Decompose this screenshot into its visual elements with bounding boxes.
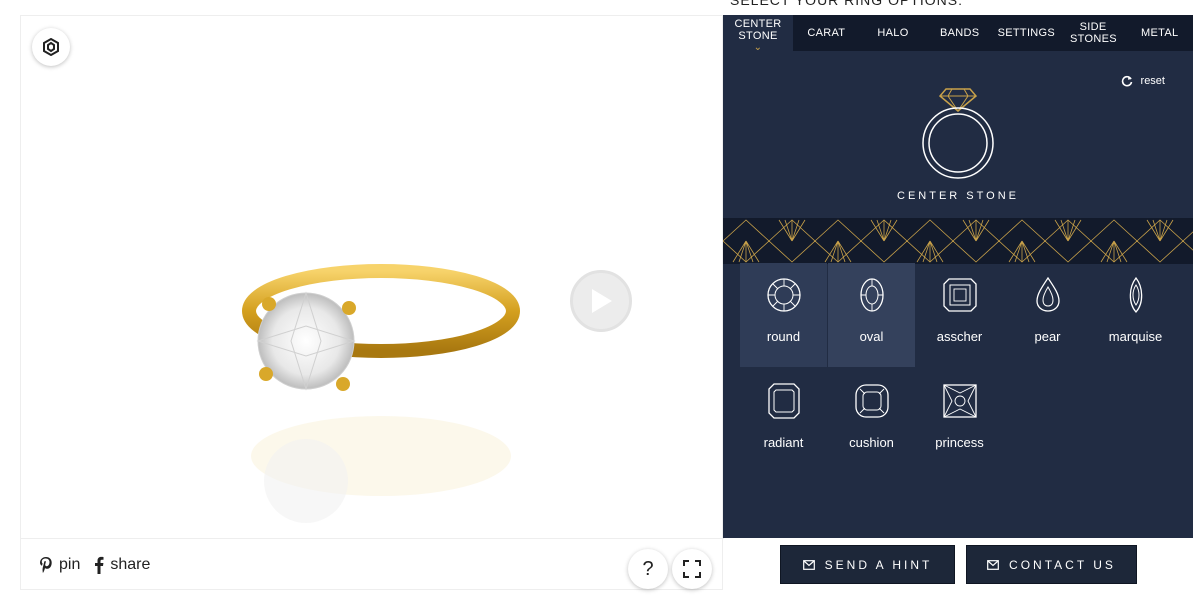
princess-diamond-icon <box>942 384 977 418</box>
tab-label: BANDS <box>939 27 980 39</box>
shape-option-marquise[interactable]: marquise <box>1092 263 1179 367</box>
shape-label: round <box>766 329 801 344</box>
share-label: share <box>110 556 151 573</box>
tab-label: METAL <box>1141 27 1179 39</box>
shape-label: marquise <box>1108 329 1163 344</box>
radiant-diamond-icon <box>767 383 800 419</box>
send-hint-label: SEND A HINT <box>824 557 933 572</box>
viewer-logo-button[interactable] <box>32 28 70 66</box>
share-link[interactable]: share <box>94 556 150 574</box>
pinterest-icon <box>40 557 52 573</box>
reset-label: reset <box>1140 75 1165 87</box>
tab-halo[interactable]: HALO <box>860 15 927 51</box>
shape-option-round[interactable]: round <box>740 263 827 367</box>
tab-bands[interactable]: BANDS <box>926 15 993 51</box>
social-share-bar: pin share <box>39 556 150 574</box>
pin-label: pin <box>59 556 81 573</box>
tab-metal[interactable]: METAL <box>1126 15 1193 51</box>
play-rotate-button[interactable] <box>570 270 632 332</box>
tab-side-stones[interactable]: SIDE STONES <box>1060 15 1127 51</box>
option-tabs: CENTER STONE ⌄ CARAT HALO BANDS SETTINGS… <box>723 15 1193 53</box>
tab-center-stone[interactable]: CENTER STONE ⌄ <box>723 15 793 53</box>
tab-label: SETTINGS <box>997 27 1056 39</box>
art-deco-divider <box>723 218 1193 264</box>
contact-us-label: CONTACT US <box>1009 557 1116 572</box>
tab-label: CARAT <box>807 27 846 39</box>
tab-settings[interactable]: SETTINGS <box>993 15 1060 51</box>
shape-option-radiant[interactable]: radiant <box>740 369 827 473</box>
contact-us-button[interactable]: CONTACT US <box>966 545 1137 584</box>
play-icon <box>592 289 612 313</box>
shape-label: cushion <box>849 435 894 450</box>
tab-label: HALO <box>877 27 909 39</box>
asscher-diamond-icon <box>942 278 977 312</box>
shape-option-cushion[interactable]: cushion <box>828 369 915 473</box>
envelope-icon <box>802 559 815 570</box>
tab-label: SIDE STONES <box>1070 21 1117 45</box>
pin-link[interactable]: pin <box>39 556 80 574</box>
ring-builder-page: SELECT YOUR RING OPTIONS: pin share ? CE… <box>0 0 1200 600</box>
help-button[interactable]: ? <box>628 549 668 589</box>
chevron-down-icon: ⌄ <box>753 42 763 53</box>
fullscreen-icon <box>683 560 701 578</box>
center-stone-ring-icon <box>922 88 994 179</box>
shape-label: princess <box>935 435 984 450</box>
shape-option-princess[interactable]: princess <box>916 369 1003 473</box>
shape-label: pear <box>1034 329 1061 344</box>
viewer-footer: pin share ? <box>21 538 724 591</box>
cushion-diamond-icon <box>854 384 889 418</box>
shape-label: radiant <box>763 435 804 450</box>
send-hint-button[interactable]: SEND A HINT <box>780 545 955 584</box>
reset-button[interactable]: reset <box>1121 75 1165 87</box>
facebook-icon <box>95 556 104 574</box>
shape-option-oval[interactable]: oval <box>828 263 915 367</box>
brand-logo-icon <box>43 38 59 56</box>
help-icon: ? <box>642 557 654 580</box>
shape-option-pear[interactable]: pear <box>1004 263 1091 367</box>
tab-carat[interactable]: CARAT <box>793 15 860 51</box>
tab-label: CENTER STONE <box>734 18 782 42</box>
ring-options-panel: CENTER STONE ⌄ CARAT HALO BANDS SETTINGS… <box>723 15 1193 538</box>
section-title: CENTER STONE <box>897 190 1019 202</box>
shape-option-asscher[interactable]: asscher <box>916 263 1003 367</box>
pear-diamond-icon <box>1035 276 1060 312</box>
ring-viewer[interactable]: pin share ? <box>20 15 724 591</box>
oval-diamond-icon <box>859 278 884 312</box>
shape-label: asscher <box>936 329 983 344</box>
shape-label: oval <box>859 329 884 344</box>
marquise-diamond-icon <box>1129 276 1142 313</box>
envelope-icon <box>987 559 999 570</box>
refresh-icon <box>1121 75 1132 87</box>
ring-render-image <box>242 264 520 523</box>
round-diamond-icon <box>766 278 801 312</box>
fullscreen-button[interactable] <box>672 549 712 589</box>
options-heading: SELECT YOUR RING OPTIONS: <box>730 0 963 8</box>
